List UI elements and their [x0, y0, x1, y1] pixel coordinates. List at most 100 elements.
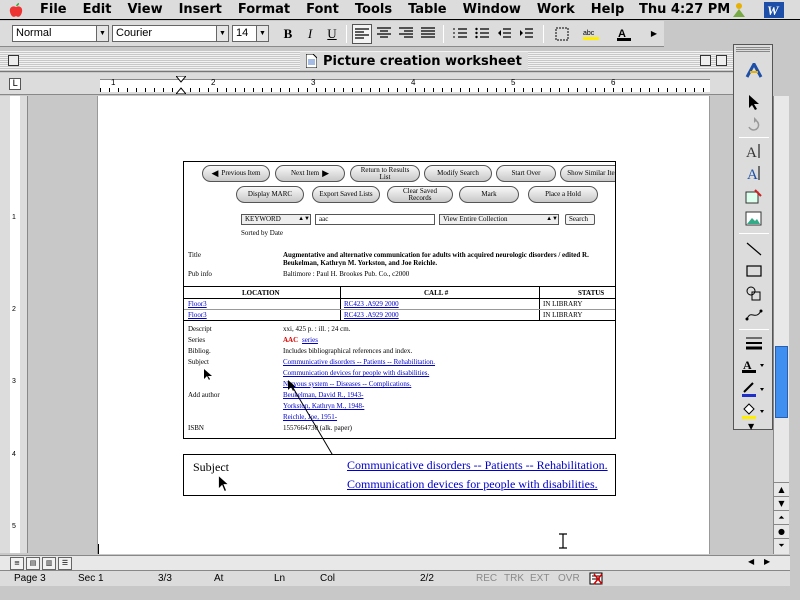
- menu-bar: File Edit View Insert Format Font Tools …: [0, 0, 800, 20]
- menu-format[interactable]: Format: [230, 0, 298, 20]
- palette-more-arrow[interactable]: ▼: [748, 422, 754, 431]
- palette-drag-bar[interactable]: [736, 47, 770, 53]
- vertical-ruler[interactable]: 1 2 3 4 5: [0, 96, 28, 553]
- justify-button[interactable]: [418, 24, 438, 44]
- text-box-icon[interactable]: A: [742, 141, 766, 161]
- subject-box-label: Subject: [193, 460, 229, 474]
- status-rec[interactable]: REC: [476, 573, 497, 584]
- indent-marker-icon[interactable]: [174, 75, 188, 97]
- svg-text:A: A: [747, 167, 758, 181]
- font-color-button[interactable]: A: [616, 24, 636, 44]
- enlarged-subject-box[interactable]: Subject Communicative disorders -- Patie…: [183, 454, 616, 496]
- toolbar-overflow-arrow[interactable]: ▶: [644, 24, 664, 44]
- chevron-down-icon[interactable]: ▼: [256, 26, 268, 41]
- insert-picture-icon[interactable]: [742, 187, 766, 207]
- tab-stop-selector-icon[interactable]: L: [9, 78, 21, 90]
- next-page-icon[interactable]: ⏷: [774, 538, 789, 552]
- scroll-down-icon[interactable]: ▼: [774, 496, 789, 510]
- connector-icon[interactable]: [742, 305, 766, 325]
- line-color-icon[interactable]: [742, 379, 766, 399]
- style-value: Normal: [16, 27, 52, 39]
- fill-color-icon[interactable]: [742, 401, 766, 421]
- ruler-number: 5: [511, 78, 516, 87]
- browse-object-icon[interactable]: ●: [774, 524, 789, 538]
- close-box-icon[interactable]: [8, 55, 19, 66]
- rectangle-tool-icon[interactable]: [742, 261, 766, 281]
- underline-button[interactable]: U: [322, 24, 342, 44]
- ruler-number: 2: [211, 78, 216, 87]
- normal-view-icon[interactable]: ≡: [10, 557, 24, 570]
- spelling-status-icon[interactable]: [588, 572, 606, 589]
- autoshapes-icon[interactable]: [742, 283, 766, 303]
- document-page[interactable]: ◀ Previous Item Next Item ▶ Return to Resu…: [97, 96, 710, 554]
- scroll-right-icon[interactable]: ▶: [764, 557, 770, 566]
- status-trk[interactable]: TRK: [504, 573, 524, 584]
- text-color-icon[interactable]: A: [742, 355, 766, 375]
- bullets-button[interactable]: [472, 24, 492, 44]
- scroll-left-icon[interactable]: ◀: [748, 557, 754, 566]
- scroll-thumb[interactable]: [775, 346, 788, 418]
- status-ext[interactable]: EXT: [530, 573, 549, 584]
- align-right-button[interactable]: [396, 24, 416, 44]
- menu-font[interactable]: Font: [298, 0, 347, 20]
- outline-view-icon[interactable]: ☰: [58, 557, 72, 570]
- vertical-text-box-icon[interactable]: A: [742, 163, 766, 183]
- line-style-icon[interactable]: [742, 333, 766, 353]
- menu-edit[interactable]: Edit: [75, 0, 120, 20]
- status-bar: Page 3 Sec 1 3/3 At Ln Col 2/2 REC TRK E…: [0, 570, 790, 586]
- menu-clock[interactable]: Thu 4:27 PM: [639, 0, 730, 20]
- vertical-ruler-strip[interactable]: [10, 96, 20, 553]
- menu-work[interactable]: Work: [529, 0, 583, 20]
- ruler-strip[interactable]: [100, 79, 710, 92]
- borders-button[interactable]: [552, 24, 572, 44]
- numbering-button[interactable]: [450, 24, 470, 44]
- vruler-number: 4: [12, 451, 16, 458]
- menu-table[interactable]: Table: [400, 0, 455, 20]
- zoom-box-icon[interactable]: [700, 55, 711, 66]
- menu-insert[interactable]: Insert: [171, 0, 230, 20]
- menu-file[interactable]: File: [32, 0, 75, 20]
- document-title-bar: Picture creation worksheet: [0, 50, 734, 72]
- decrease-indent-button[interactable]: [494, 24, 514, 44]
- chevron-down-icon[interactable]: ▼: [216, 26, 228, 41]
- chevron-down-icon[interactable]: ▼: [96, 26, 108, 41]
- insert-image-icon[interactable]: [742, 209, 766, 229]
- word-app-icon[interactable]: W: [764, 2, 784, 18]
- increase-indent-button[interactable]: [516, 24, 536, 44]
- previous-page-icon[interactable]: ⏶: [774, 510, 789, 524]
- online-layout-view-icon[interactable]: ▤: [26, 557, 40, 570]
- drawing-toolbar: A A A ▼: [733, 44, 773, 431]
- menu-tools[interactable]: Tools: [347, 0, 400, 20]
- menu-help[interactable]: Help: [583, 0, 632, 20]
- horizontal-ruler[interactable]: L 1 2 3 4 5 6: [0, 73, 770, 95]
- line-tool-icon[interactable]: [742, 239, 766, 259]
- font-select[interactable]: Courier ▼: [112, 25, 229, 42]
- menu-view[interactable]: View: [119, 0, 170, 20]
- horizontal-scrollbar[interactable]: ≡ ▤ ▥ ☰ ◀ ▶: [0, 555, 790, 570]
- scroll-up-icon[interactable]: ▲: [774, 482, 789, 496]
- numbered-list-icon: [453, 28, 467, 38]
- bold-button[interactable]: B: [278, 24, 298, 44]
- subject-box-link[interactable]: Communication devices for people with di…: [347, 477, 598, 492]
- status-column: Col: [320, 573, 336, 584]
- palette-divider: [739, 233, 769, 234]
- font-size-select[interactable]: 14 ▼: [232, 25, 269, 42]
- apple-menu-icon[interactable]: [0, 0, 32, 20]
- vertical-scrollbar[interactable]: ▲ ▼ ⏶ ● ⏷: [773, 96, 789, 554]
- align-left-button[interactable]: [352, 24, 372, 44]
- status-ovr[interactable]: OVR: [558, 573, 580, 584]
- select-objects-icon[interactable]: [742, 93, 766, 113]
- highlight-button[interactable]: abc: [582, 24, 602, 44]
- decrease-indent-icon: [498, 28, 511, 38]
- collapse-box-icon[interactable]: [716, 55, 727, 66]
- wordart-icon[interactable]: [742, 61, 766, 81]
- subject-box-link[interactable]: Communicative disorders -- Patients -- R…: [347, 458, 608, 473]
- toolbar-divider: [443, 25, 444, 43]
- application-switcher-icon[interactable]: [730, 2, 748, 18]
- menu-window[interactable]: Window: [455, 0, 529, 20]
- align-center-button[interactable]: [374, 24, 394, 44]
- free-rotate-icon[interactable]: [742, 115, 766, 135]
- page-layout-view-icon[interactable]: ▥: [42, 557, 56, 570]
- style-select[interactable]: Normal ▼: [12, 25, 109, 42]
- italic-button[interactable]: I: [300, 24, 320, 44]
